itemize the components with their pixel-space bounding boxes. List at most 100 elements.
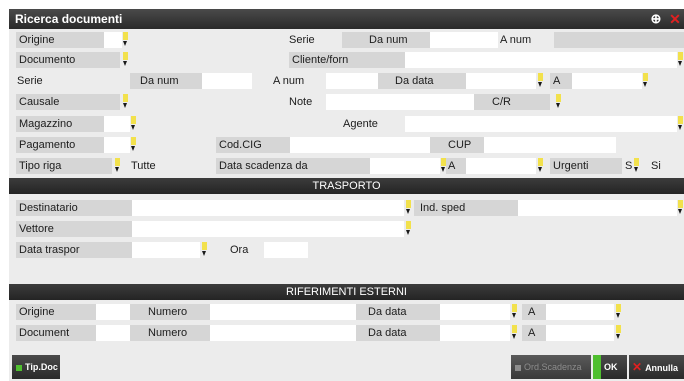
ok-button[interactable]: OK xyxy=(593,355,627,379)
close-icon[interactable]: ✕ xyxy=(668,12,682,26)
rif-numero-2-field[interactable] xyxy=(210,325,356,341)
a-2-field[interactable] xyxy=(466,158,536,174)
tipo-riga-dropdown-icon[interactable] xyxy=(115,158,120,174)
a-field[interactable] xyxy=(572,73,642,89)
data-traspor-label: Data traspor xyxy=(16,242,132,258)
a-2-dropdown-icon[interactable] xyxy=(538,158,543,174)
cr-label: C/R xyxy=(474,94,550,110)
tipo-riga-label: Tipo riga xyxy=(16,158,112,174)
rif-a-2-field[interactable] xyxy=(546,325,614,341)
da-data-field[interactable] xyxy=(466,73,536,89)
ind-sped-dropdown-icon[interactable] xyxy=(678,200,683,216)
rif-a-1-label: A xyxy=(522,304,546,320)
ord-scadenza-icon xyxy=(515,364,521,371)
cliente-forn-label: Cliente/forn xyxy=(289,52,405,68)
magazzino-dropdown-icon[interactable] xyxy=(131,116,136,132)
a-label: A xyxy=(550,73,572,89)
origine-field[interactable] xyxy=(104,32,122,48)
rif-numero-1-field[interactable] xyxy=(210,304,356,320)
ord-scadenza-button[interactable]: Ord.Scadenza xyxy=(511,355,591,379)
rif-a-2-dropdown-icon[interactable] xyxy=(616,325,621,341)
close-icon: ✕ xyxy=(632,360,643,374)
expand-icon[interactable]: ⊕ xyxy=(649,12,663,26)
magazzino-label: Magazzino xyxy=(16,116,104,132)
trasporto-header: TRASPORTO xyxy=(9,178,684,194)
rif-numero-1-label: Numero xyxy=(130,304,210,320)
cup-field[interactable] xyxy=(484,137,616,153)
da-data-dropdown-icon[interactable] xyxy=(538,73,543,89)
rif-da-data-2-label: Da data xyxy=(356,325,440,341)
pagamento-label: Pagamento xyxy=(16,137,104,153)
a-2-label: A xyxy=(446,158,466,174)
ind-sped-label: Ind. sped xyxy=(414,200,518,216)
a-num-field[interactable] xyxy=(554,32,684,48)
destinatario-dropdown-icon[interactable] xyxy=(406,200,411,216)
tip-doc-icon xyxy=(16,364,22,371)
a-dropdown-icon[interactable] xyxy=(643,73,648,89)
rif-da-data-2-field[interactable] xyxy=(440,325,510,341)
note-label: Note xyxy=(289,96,313,108)
da-num-field[interactable] xyxy=(430,32,498,48)
origine-dropdown-icon[interactable] xyxy=(123,32,128,48)
documento-dropdown-icon[interactable] xyxy=(123,52,128,68)
serie-2-label: Serie xyxy=(17,75,43,87)
da-num-2-field[interactable] xyxy=(202,73,252,89)
rif-da-data-2-dropdown-icon[interactable] xyxy=(512,325,517,341)
annulla-label: Annulla xyxy=(645,363,679,373)
ind-sped-field[interactable] xyxy=(518,200,677,216)
rif-a-1-field[interactable] xyxy=(546,304,614,320)
urgenti-value: Si xyxy=(651,160,661,172)
rif-document-field[interactable] xyxy=(96,325,130,341)
agente-label: Agente xyxy=(343,118,378,130)
cup-label: CUP xyxy=(430,137,484,153)
rif-a-1-dropdown-icon[interactable] xyxy=(616,304,621,320)
vettore-dropdown-icon[interactable] xyxy=(406,221,411,237)
da-num-2-label: Da num xyxy=(130,73,202,89)
data-traspor-dropdown-icon[interactable] xyxy=(202,242,207,258)
riferimenti-header: RIFERIMENTI ESTERNI xyxy=(9,284,684,300)
a-num-label: A num xyxy=(500,34,532,46)
cod-cig-field[interactable] xyxy=(290,137,430,153)
pagamento-field[interactable] xyxy=(104,137,130,153)
cliente-forn-dropdown-icon[interactable] xyxy=(678,52,683,68)
data-traspor-field[interactable] xyxy=(132,242,200,258)
da-num-label: Da num xyxy=(342,32,430,48)
causale-dropdown-icon[interactable] xyxy=(123,94,128,110)
note-field[interactable] xyxy=(326,94,474,110)
annulla-button[interactable]: ✕ Annulla xyxy=(629,355,684,379)
cr-dropdown-icon[interactable] xyxy=(556,94,561,110)
tip-doc-label: Tip.Doc xyxy=(25,362,58,372)
ord-scadenza-label: Ord.Scadenza xyxy=(524,362,582,372)
da-data-label: Da data xyxy=(378,73,466,89)
ora-field[interactable] xyxy=(264,242,308,258)
ok-icon xyxy=(593,355,601,379)
data-scadenza-da-field[interactable] xyxy=(370,158,440,174)
rif-a-2-label: A xyxy=(522,325,546,341)
window-title: Ricerca documenti xyxy=(15,12,123,26)
agente-field[interactable] xyxy=(405,116,677,132)
agente-dropdown-icon[interactable] xyxy=(678,116,683,132)
urgenti-dropdown-icon[interactable] xyxy=(634,158,639,174)
vettore-field[interactable] xyxy=(132,221,404,237)
rif-da-data-1-field[interactable] xyxy=(440,304,510,320)
destinatario-label: Destinatario xyxy=(16,200,132,216)
pagamento-dropdown-icon[interactable] xyxy=(131,137,136,153)
ora-label: Ora xyxy=(230,244,249,256)
rif-da-data-1-dropdown-icon[interactable] xyxy=(512,304,517,320)
origine-label: Origine xyxy=(16,32,104,48)
urgenti-code: S xyxy=(625,160,633,172)
serie-2-spacer xyxy=(108,73,130,89)
vettore-label: Vettore xyxy=(16,221,132,237)
causale-label: Causale xyxy=(16,94,120,110)
rif-document-label: Document xyxy=(16,325,96,341)
destinatario-field[interactable] xyxy=(132,200,404,216)
tip-doc-button[interactable]: Tip.Doc xyxy=(12,355,60,379)
data-scadenza-da-label: Data scadenza da xyxy=(216,158,370,174)
magazzino-field[interactable] xyxy=(104,116,130,132)
cod-cig-label: Cod.CIG xyxy=(216,137,290,153)
documento-label: Documento xyxy=(16,52,120,68)
cliente-forn-field[interactable] xyxy=(405,52,677,68)
a-num-2-field[interactable] xyxy=(326,73,378,89)
rif-origine-field[interactable] xyxy=(96,304,130,320)
rif-da-data-1-label: Da data xyxy=(356,304,440,320)
